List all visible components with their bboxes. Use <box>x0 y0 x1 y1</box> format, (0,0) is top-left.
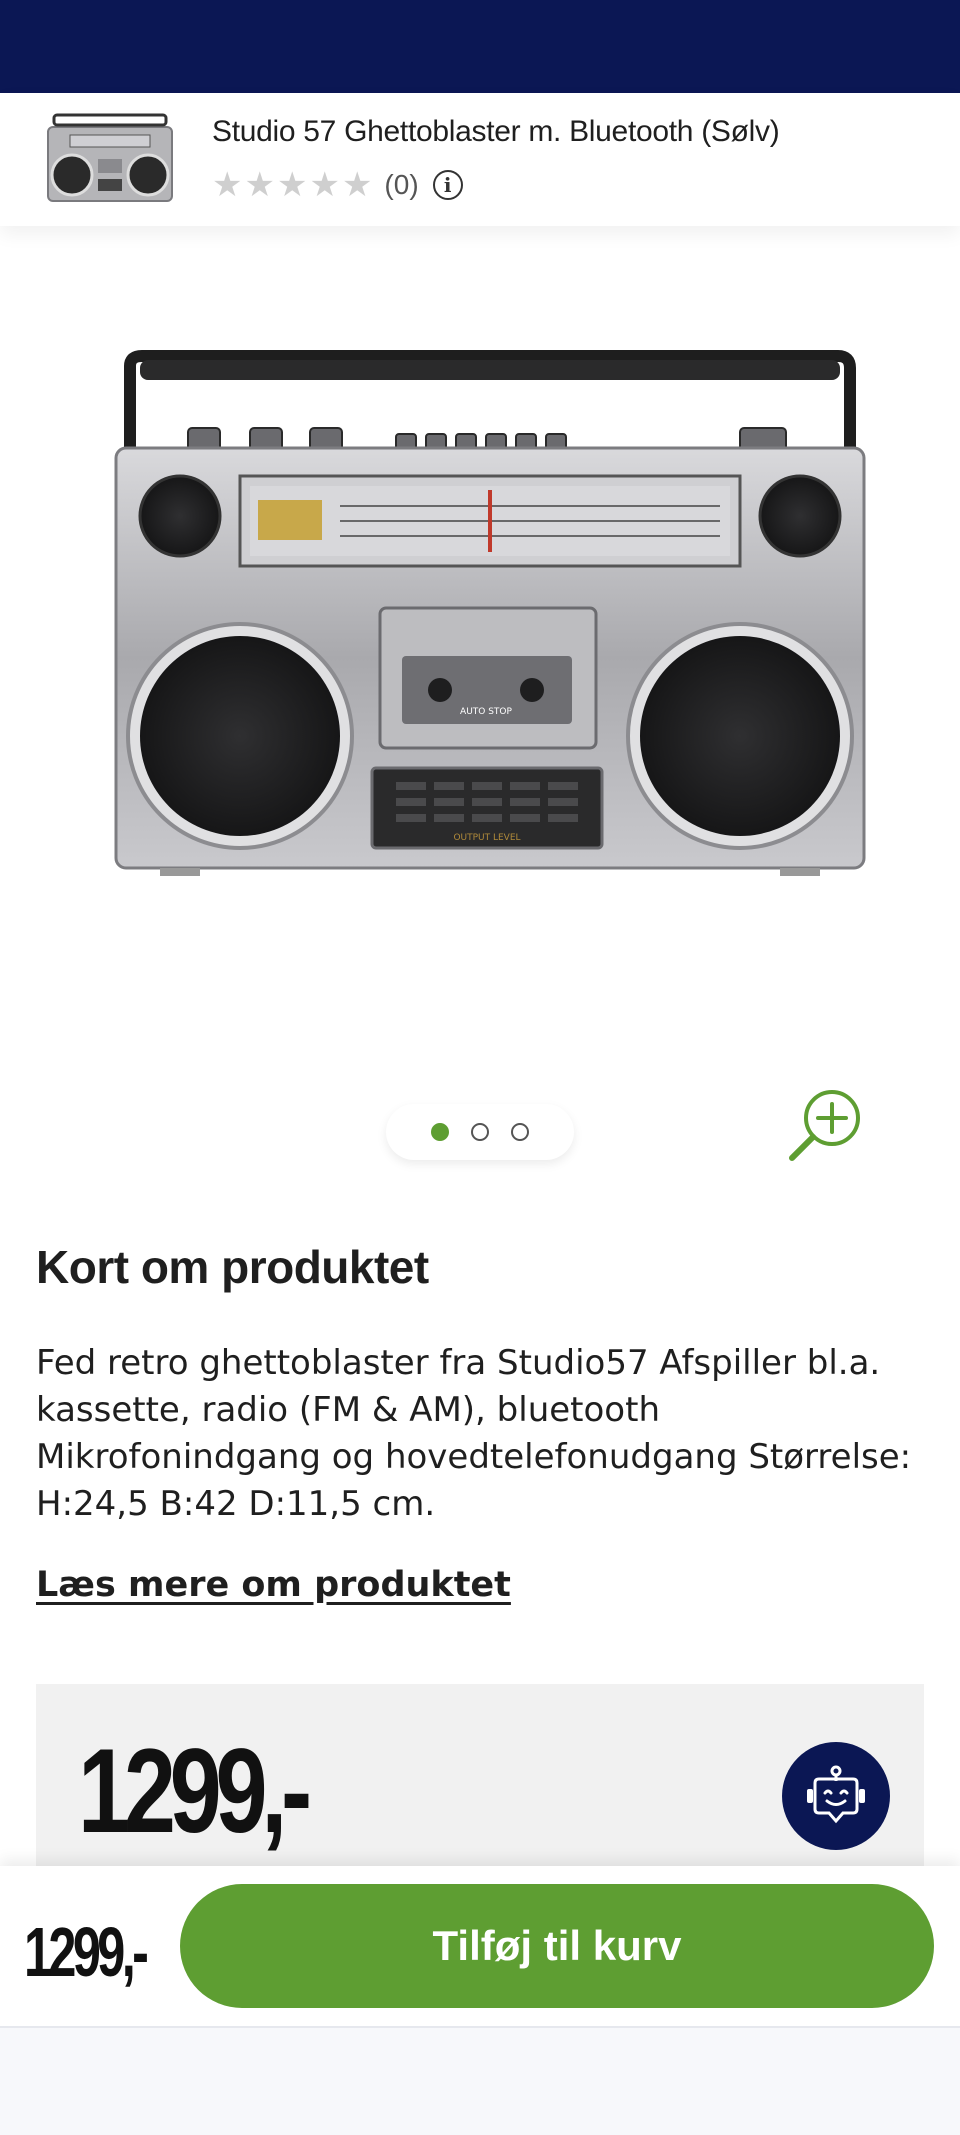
chatbot-button[interactable] <box>782 1742 890 1850</box>
star-icon: ★ <box>244 165 275 205</box>
star-icon: ★ <box>309 165 340 205</box>
price-amount: 1299,- <box>78 1724 312 1858</box>
star-icon: ★ <box>276 165 308 205</box>
gallery-pagination <box>386 1104 574 1160</box>
zoom-in-icon[interactable] <box>786 1084 866 1164</box>
add-to-cart-button[interactable]: Tilføj til kurv <box>180 1884 934 2008</box>
sticky-product-header: Studio 57 Ghettoblaster m. Bluetooth (Sø… <box>0 93 960 226</box>
auto-stop-label: AUTO STOP <box>460 707 512 717</box>
product-gallery[interactable]: AUTO STOP OUTPUT LEVEL <box>0 226 960 1166</box>
rating-row[interactable]: ★ ★ ★ ★ ★ (0) i <box>212 165 463 205</box>
product-image[interactable]: AUTO STOP OUTPUT LEVEL <box>100 316 880 956</box>
output-level-label: OUTPUT LEVEL <box>453 833 520 843</box>
product-thumbnail <box>47 113 173 202</box>
bottom-price: 1299,- <box>24 1913 149 1991</box>
product-title: Studio 57 Ghettoblaster m. Bluetooth (Sø… <box>212 115 780 148</box>
sticky-buy-bar: 1299,- Tilføj til kurv <box>0 1866 960 2026</box>
read-more-link[interactable]: Læs mere om produktet <box>36 1565 511 1605</box>
top-navigation-bar <box>0 0 960 93</box>
bottom-system-strip <box>0 2026 960 2135</box>
rating-count: (0) <box>384 169 419 200</box>
star-icon: ★ <box>212 165 243 205</box>
gallery-dot-3[interactable] <box>511 1123 529 1141</box>
chatbot-icon <box>807 1765 865 1824</box>
product-description: Fed retro ghettoblaster fra Studio57 Afs… <box>36 1343 912 1524</box>
gallery-dot-2[interactable] <box>471 1123 489 1141</box>
section-title: Kort om produktet <box>36 1241 429 1293</box>
gallery-dot-1[interactable] <box>431 1123 449 1141</box>
star-icon: ★ <box>341 165 373 205</box>
info-icon[interactable]: i <box>432 170 463 200</box>
